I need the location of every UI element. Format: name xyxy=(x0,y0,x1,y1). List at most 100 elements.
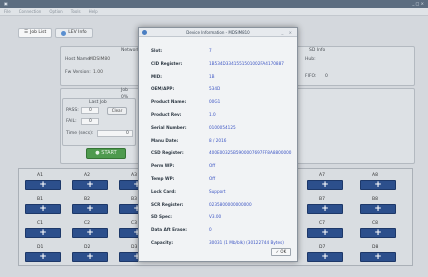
device-info-value: 400E00325B5900007697FF8A8800000 xyxy=(209,150,292,156)
time-label: Time (secs): xyxy=(66,131,94,136)
time-value: 0 xyxy=(126,131,129,136)
device-info-row: Temp WP: Off xyxy=(151,176,297,187)
host-name-label: Host Name: xyxy=(65,57,92,62)
device-info-label: Manu Date: xyxy=(151,137,179,143)
pass-label: PASS: xyxy=(66,108,79,113)
slot-label: B3 xyxy=(131,197,137,202)
info-icon xyxy=(61,30,67,36)
fw-version-value: 1.00 xyxy=(93,70,104,75)
slot-label: B1 xyxy=(37,197,43,202)
device-info-value: Support xyxy=(209,188,226,194)
slot-add-button[interactable]: + xyxy=(72,228,108,238)
start-icon: ● xyxy=(95,150,100,156)
start-label: START xyxy=(101,150,117,156)
clear-button[interactable]: Clear xyxy=(107,107,127,115)
device-info-row: OEM/APP: 534D xyxy=(151,86,297,97)
fifo-label: FIFO: xyxy=(305,74,317,79)
slot-add-button[interactable]: + xyxy=(307,228,343,238)
device-info-value: 8 / 2016 xyxy=(209,137,227,143)
device-info-row: Serial Number: 0100054125 xyxy=(151,125,297,136)
slot-add-button[interactable]: + xyxy=(307,252,343,262)
device-info-label: SCR Register: xyxy=(151,201,184,207)
pass-value: 0 xyxy=(89,108,92,113)
slot-label: D7 xyxy=(319,245,326,250)
device-info-row: Product Rev: 1.0 xyxy=(151,112,297,123)
main-titlebar: ▣ _ □ × xyxy=(0,0,428,8)
device-info-row: MID: 1B xyxy=(151,74,297,85)
pass-field: 0 xyxy=(81,107,99,114)
fail-field: 0 xyxy=(81,118,99,125)
window-controls[interactable]: _ □ × xyxy=(412,0,424,8)
menubar: File Connection Option Tools Help xyxy=(0,8,428,16)
slot-add-button[interactable]: + xyxy=(25,180,61,190)
device-info-value: 0100054125 xyxy=(209,124,236,130)
device-info-value: Off xyxy=(209,176,216,181)
fail-label: FAIL: xyxy=(66,119,77,124)
device-info-value: 534D xyxy=(209,86,221,92)
slot-label: C2 xyxy=(84,221,91,226)
slot-add-button[interactable]: + xyxy=(25,228,61,238)
tab-lev-info[interactable]: LEV Info xyxy=(55,28,93,38)
tab-bar: ☰ Job List LEV Info xyxy=(18,28,93,38)
device-info-value: 1B xyxy=(209,73,215,79)
device-info-dialog: Device Information - MDSIM810 _ × Slot: 7… xyxy=(138,27,298,262)
device-info-row: Data Aft Erase: 0 xyxy=(151,227,297,238)
device-info-row: Product Name: 00G1 xyxy=(151,99,297,110)
ok-button[interactable]: ✓ OK xyxy=(271,248,291,256)
device-info-value: 0235800000000000 xyxy=(209,201,252,207)
slot-add-button[interactable]: + xyxy=(25,204,61,214)
host-name-value: MDSIM80 xyxy=(89,57,111,62)
slot-add-button[interactable]: + xyxy=(72,252,108,262)
dialog-window-controls[interactable]: _ × xyxy=(281,28,294,37)
device-info-label: MID: xyxy=(151,73,162,79)
device-info-row: CSD Register: 400E00325B5900007697FF8A880… xyxy=(151,150,297,161)
menu-tools[interactable]: Tools xyxy=(71,9,81,14)
slot-add-button[interactable]: + xyxy=(360,180,396,190)
device-info-row: Lock Card: Support xyxy=(151,189,297,200)
device-info-row: CID Register: 1B534D3341551501002FA417088… xyxy=(151,61,297,72)
fw-version-label: Fw Version: xyxy=(65,70,91,75)
menu-connection[interactable]: Connection xyxy=(19,9,42,14)
last-job-panel: Last Job PASS: 0 Clear FAIL: 0 Time (sec… xyxy=(62,98,136,146)
device-info-label: SD Spec: xyxy=(151,214,172,220)
slot-add-button[interactable]: + xyxy=(360,252,396,262)
device-info-value: 0 xyxy=(209,227,212,233)
slot-label: A1 xyxy=(37,173,43,178)
slot-label: D8 xyxy=(372,245,379,250)
device-info-value: 7 xyxy=(209,48,212,53)
device-info-label: Slot: xyxy=(151,48,163,53)
app-icon: ▣ xyxy=(4,1,8,6)
slot-label: D3 xyxy=(131,245,138,250)
slot-add-button[interactable]: + xyxy=(307,204,343,214)
tab-lev-info-label: LEV Info xyxy=(68,30,87,35)
time-field: 0 xyxy=(97,130,133,137)
device-info-label: CSD Register: xyxy=(151,150,184,156)
device-info-value: 1B534D3341551501002FA4170887 xyxy=(209,60,284,66)
dialog-app-icon xyxy=(142,30,147,35)
slot-add-button[interactable]: + xyxy=(307,180,343,190)
slot-add-button[interactable]: + xyxy=(72,204,108,214)
slot-add-button[interactable]: + xyxy=(25,252,61,262)
device-info-value: 30031 (1 Mb/blk) (30122744 Bytes) xyxy=(209,240,284,245)
sd-info-label: SD Info xyxy=(309,48,326,53)
tab-job-list-label: Job List xyxy=(30,30,47,35)
device-info-row: SCR Register: 0235800000000000 xyxy=(151,202,297,213)
slot-add-button[interactable]: + xyxy=(72,180,108,190)
slot-label: B8 xyxy=(372,197,378,202)
slot-add-button[interactable]: + xyxy=(360,228,396,238)
slot-label: A7 xyxy=(319,173,325,178)
start-button[interactable]: ● START xyxy=(86,148,126,159)
device-info-label: Serial Number: xyxy=(151,124,187,130)
fail-value: 0 xyxy=(89,119,92,124)
slot-label: C7 xyxy=(319,221,326,226)
slot-add-button[interactable]: + xyxy=(360,204,396,214)
menu-file[interactable]: File xyxy=(4,9,11,14)
menu-option[interactable]: Option xyxy=(49,9,62,14)
device-info-label: Data Aft Erase: xyxy=(151,227,187,233)
slot-label: B2 xyxy=(84,197,90,202)
tab-job-list[interactable]: ☰ Job List xyxy=(18,28,53,38)
device-info-row: SD Spec: V3.00 xyxy=(151,214,297,225)
menu-help[interactable]: Help xyxy=(89,9,98,14)
device-info-value: V3.00 xyxy=(209,214,222,220)
device-info-label: Lock Card: xyxy=(151,188,176,194)
